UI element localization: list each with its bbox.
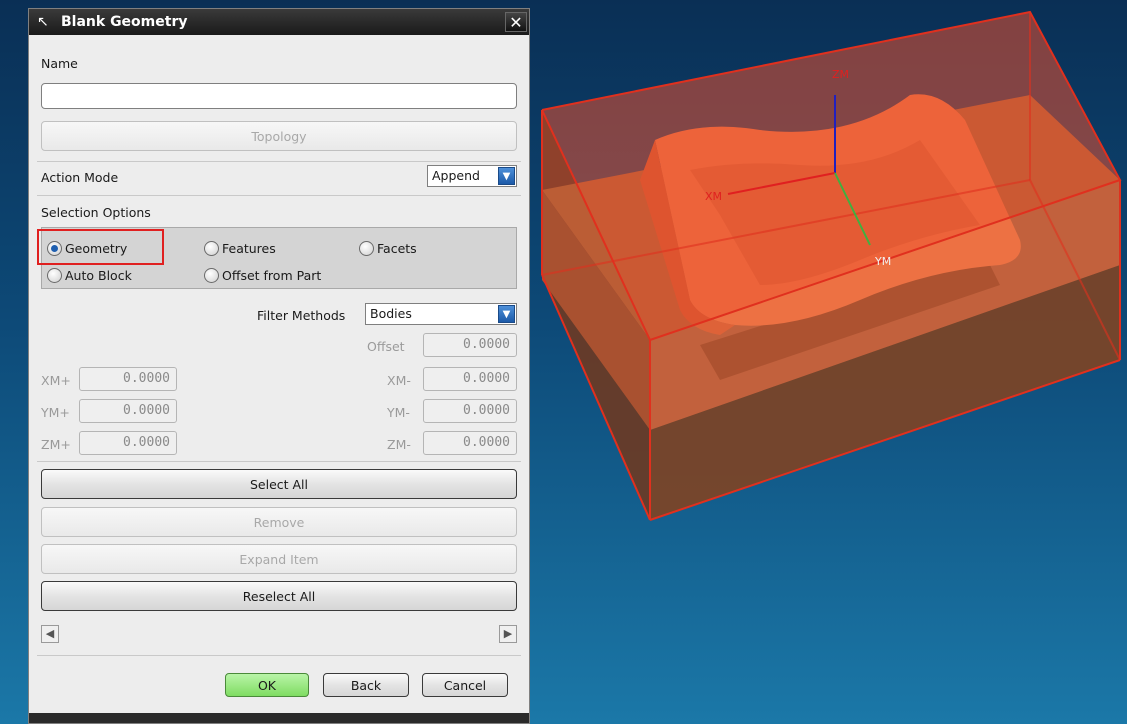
- ym-minus-field[interactable]: 0.0000: [423, 399, 517, 423]
- topology-button-label: Topology: [251, 128, 307, 144]
- radio-features[interactable]: Features: [204, 241, 276, 256]
- xm-minus-field[interactable]: 0.0000: [423, 367, 517, 391]
- zm-axis-label: ZM: [832, 68, 849, 81]
- remove-button[interactable]: Remove: [41, 507, 517, 537]
- zm-plus-field[interactable]: 0.0000: [79, 431, 177, 455]
- cancel-label: Cancel: [443, 677, 487, 693]
- chevron-down-icon: ▼: [498, 167, 515, 185]
- reselect-all-label: Reselect All: [242, 588, 316, 604]
- radio-unselected-icon: [359, 241, 374, 256]
- select-all-button[interactable]: Select All: [41, 469, 517, 499]
- blank-geometry-dialog: ↖ Blank Geometry ✕ Name Topology Action …: [28, 8, 530, 724]
- zm-plus-label: ZM+: [41, 437, 71, 452]
- remove-label: Remove: [253, 514, 305, 530]
- ym-plus-field[interactable]: 0.0000: [79, 399, 177, 423]
- filter-methods-dropdown[interactable]: Bodies ▼: [365, 303, 517, 325]
- action-mode-label: Action Mode: [41, 170, 119, 185]
- chevron-down-icon: ▼: [498, 305, 515, 323]
- filter-methods-label: Filter Methods: [257, 308, 346, 323]
- expand-item-button[interactable]: Expand Item: [41, 544, 517, 574]
- back-button[interactable]: Back: [323, 673, 409, 697]
- close-icon[interactable]: ✕: [505, 12, 527, 32]
- offset-field[interactable]: 0.0000: [423, 333, 517, 357]
- action-mode-value: Append: [432, 168, 480, 183]
- separator: [37, 161, 521, 162]
- filter-methods-value: Bodies: [370, 306, 412, 321]
- selection-options-label: Selection Options: [41, 205, 151, 220]
- scroll-right-icon[interactable]: ▶: [499, 625, 517, 643]
- separator: [37, 655, 521, 656]
- radio-facets-label: Facets: [377, 241, 417, 256]
- name-input[interactable]: [41, 83, 517, 109]
- reselect-all-button[interactable]: Reselect All: [41, 581, 517, 611]
- radio-unselected-icon: [204, 268, 219, 283]
- expand-item-label: Expand Item: [239, 551, 319, 567]
- radio-auto-block[interactable]: Auto Block: [47, 268, 132, 283]
- zm-minus-label: ZM-: [387, 437, 411, 452]
- radio-auto-block-label: Auto Block: [65, 268, 132, 283]
- separator: [37, 461, 521, 462]
- name-label: Name: [41, 56, 78, 71]
- dialog-titlebar[interactable]: ↖ Blank Geometry ✕: [29, 9, 529, 35]
- zm-minus-field[interactable]: 0.0000: [423, 431, 517, 455]
- offset-label: Offset: [367, 339, 405, 354]
- xm-plus-field[interactable]: 0.0000: [79, 367, 177, 391]
- radio-offset-from-part[interactable]: Offset from Part: [204, 268, 321, 283]
- scroll-left-icon[interactable]: ◀: [41, 625, 59, 643]
- radio-unselected-icon: [47, 268, 62, 283]
- xm-axis-label: XM: [705, 190, 722, 203]
- radio-features-label: Features: [222, 241, 276, 256]
- dialog-title: Blank Geometry: [61, 14, 188, 30]
- radio-offset-from-part-label: Offset from Part: [222, 268, 322, 283]
- select-all-label: Select All: [249, 476, 309, 492]
- dialog-bottom-bar: [29, 713, 529, 723]
- ok-button[interactable]: OK: [225, 673, 309, 697]
- action-mode-dropdown[interactable]: Append ▼: [427, 165, 517, 187]
- ym-minus-label: YM-: [387, 405, 410, 420]
- separator: [37, 195, 521, 196]
- back-label: Back: [350, 677, 382, 693]
- ok-label: OK: [257, 677, 277, 693]
- ym-plus-label: YM+: [41, 405, 70, 420]
- cancel-button[interactable]: Cancel: [422, 673, 508, 697]
- cursor-icon: ↖: [37, 14, 49, 30]
- radio-facets[interactable]: Facets: [359, 241, 417, 256]
- radio-unselected-icon: [204, 241, 219, 256]
- topology-button[interactable]: Topology: [41, 121, 517, 151]
- xm-minus-label: XM-: [387, 373, 411, 388]
- ym-axis-label: YM: [874, 255, 891, 268]
- xm-plus-label: XM+: [41, 373, 71, 388]
- geometry-highlight-box: [37, 229, 164, 265]
